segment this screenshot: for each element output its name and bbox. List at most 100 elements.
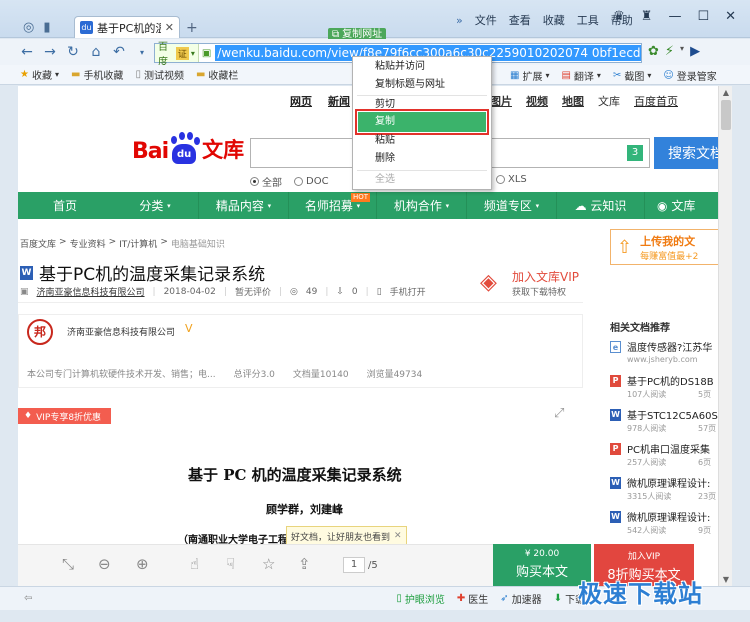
nav-cloud[interactable]: ☁ 云知识 xyxy=(556,192,644,219)
nav-images[interactable]: 图片 xyxy=(490,93,512,109)
nav-map[interactable]: 地图 xyxy=(562,93,584,109)
list-item[interactable]: W 微机原理课程设计: 3315人阅读 23页 xyxy=(610,475,718,509)
menu-item-copy-title-url[interactable]: 复制标题与网址 xyxy=(375,76,445,94)
zoom-in-icon[interactable]: ⊕ xyxy=(136,555,149,573)
minimize-button[interactable]: — xyxy=(668,9,681,24)
fullscreen-expand-icon[interactable]: ⤢ xyxy=(554,406,564,421)
scroll-up-icon[interactable]: ▲ xyxy=(719,88,733,97)
forward-arrow-icon[interactable]: → xyxy=(43,44,57,60)
nav-news[interactable]: 新闻 xyxy=(328,93,350,109)
ext-dropdown-icon[interactable]: ▾ xyxy=(597,71,601,80)
ext-screenshot[interactable]: ✂ 截图 ▾ xyxy=(613,68,651,83)
tab-list-icon[interactable]: ▮ xyxy=(43,20,50,35)
nav-home[interactable]: 首页 xyxy=(18,192,112,219)
menu-view[interactable]: 查看 xyxy=(509,12,531,28)
tab-active[interactable]: du 基于PC机的温度 ✕ xyxy=(74,16,180,38)
flash-icon[interactable]: ⚡ xyxy=(665,44,674,59)
refresh-icon[interactable]: ↻ xyxy=(66,44,80,60)
radio-all[interactable]: 全部 xyxy=(250,174,282,189)
list-item[interactable]: e 温度传感器?江苏华 www.jsheryb.com xyxy=(610,339,718,373)
fullscreen-icon[interactable]: ⤡ xyxy=(62,555,74,573)
search-engine-selector[interactable]: 百度 证 ▾ xyxy=(155,42,199,68)
company-seal-logo[interactable]: 邦 xyxy=(27,319,53,345)
tab-close-icon[interactable]: ✕ xyxy=(165,21,174,34)
close-window-button[interactable]: ✕ xyxy=(725,9,736,24)
maximize-button[interactable]: ☐ xyxy=(697,9,709,24)
radio-xls[interactable]: XLS xyxy=(496,174,527,185)
upload-doc-promo[interactable]: ⇧ 上传我的文 每赚富值最+2 xyxy=(610,229,718,265)
undo-dropdown-icon[interactable]: ▾ xyxy=(135,48,149,57)
nav-channel[interactable]: 频道专区 ▾ xyxy=(466,192,556,219)
shirt-icon[interactable]: ♜ xyxy=(641,9,653,24)
doctor-button[interactable]: ✚ 医生 xyxy=(457,591,488,606)
nav-wenku[interactable]: 文库 xyxy=(598,93,620,109)
nav-teacher[interactable]: 名师招募 ▾ HOT xyxy=(288,192,376,219)
fav-mobile[interactable]: ▬ 手机收藏 xyxy=(71,67,123,82)
fav-dropdown-icon[interactable]: ▾ xyxy=(55,70,59,79)
undo-icon[interactable]: ↶ xyxy=(112,44,126,60)
go-icon[interactable]: ▶ xyxy=(690,44,700,59)
ext-extension[interactable]: ▦ 扩展 ▾ xyxy=(510,68,549,83)
buy-doc-button[interactable]: ¥ 20.00 购买本文 xyxy=(493,544,591,586)
search-button[interactable]: 搜索文档 xyxy=(654,137,718,169)
nav-video[interactable]: 视频 xyxy=(526,93,548,109)
menu-tools[interactable]: 工具 xyxy=(577,12,599,28)
nav-premium[interactable]: 精品内容 ▾ xyxy=(198,192,288,219)
related-title[interactable]: 基于STC12C5A60S xyxy=(627,407,718,422)
uploader-name[interactable]: 济南亚豪信息科技有限公司 xyxy=(67,325,175,338)
nav-baidu-home[interactable]: 百度首页 xyxy=(634,93,678,109)
medal-icon[interactable]: ♛ xyxy=(613,9,625,24)
scroll-thumb[interactable] xyxy=(721,100,731,130)
crumb-it[interactable]: IT/计算机 xyxy=(119,237,157,250)
baidu-wenku-logo[interactable]: Bai du 文库 xyxy=(132,132,244,164)
menu-item-paste-go[interactable]: 粘贴并访问 xyxy=(375,58,425,76)
accelerator-button[interactable]: ➶ 加速器 xyxy=(500,591,541,606)
open-on-mobile[interactable]: 手机打开 xyxy=(390,285,426,298)
new-tab-button[interactable]: + xyxy=(186,20,198,36)
menu-item-copy[interactable]: 复制 xyxy=(358,112,486,132)
vip-discount-ribbon[interactable]: ♦ VIP专享8折优惠 xyxy=(18,408,112,424)
related-title[interactable]: 微机原理课程设计: xyxy=(627,475,710,490)
sidebar-toggle-icon[interactable]: ⇦ xyxy=(24,593,32,604)
menu-item-paste[interactable]: 粘贴 xyxy=(375,132,395,150)
cert-badge[interactable]: 证 xyxy=(175,46,189,60)
scroll-down-icon[interactable]: ▼ xyxy=(719,575,733,584)
crumb-wenku[interactable]: 百度文库 xyxy=(20,237,56,250)
security-check-icon[interactable]: ✿ xyxy=(648,44,659,59)
related-title[interactable]: 温度传感器?江苏华 xyxy=(627,339,712,354)
close-icon[interactable]: ✕ xyxy=(394,531,402,541)
page-number-input[interactable]: 1 xyxy=(343,557,365,573)
ext-translate[interactable]: ▤ 翻译 ▾ xyxy=(561,68,600,83)
join-vip-promo[interactable]: ◈ 加入文库VIP 获取下载特权 xyxy=(480,268,579,298)
thumbs-up-icon[interactable]: ☝ xyxy=(190,555,199,573)
thumbs-down-icon[interactable]: ☟ xyxy=(226,555,235,573)
fav-bar[interactable]: ▬ 收藏栏 xyxy=(196,67,238,82)
related-title[interactable]: 微机原理课程设计: xyxy=(627,509,710,524)
engine-dropdown-icon[interactable]: ▾ xyxy=(191,49,195,58)
star-icon[interactable]: ☆ xyxy=(262,555,275,573)
fav-collect[interactable]: ★ 收藏 ▾ xyxy=(20,67,59,82)
ext-login[interactable]: ☺ 登录管家 xyxy=(663,68,716,83)
radio-doc[interactable]: DOC xyxy=(294,174,329,189)
address-dropdown-icon[interactable]: ▾ xyxy=(680,44,684,59)
home-icon[interactable]: ⌂ xyxy=(89,44,103,60)
skin-icon[interactable]: » xyxy=(456,14,463,27)
list-item[interactable]: P PC机串口温度采集 257人阅读 6页 xyxy=(610,441,718,475)
share-icon[interactable]: ⇪ xyxy=(298,555,311,573)
ext-dropdown-icon[interactable]: ▾ xyxy=(647,71,651,80)
page-scrollbar[interactable]: ▲ ▼ xyxy=(718,86,732,586)
list-item[interactable]: P 基于PC机的DS18B 107人阅读 5页 xyxy=(610,373,718,407)
nav-category[interactable]: 分类 ▾ xyxy=(112,192,198,219)
browser-menu-icon[interactable]: ◎ xyxy=(23,20,34,35)
zoom-out-icon[interactable]: ⊖ xyxy=(98,555,111,573)
eye-care-toggle[interactable]: ▯ 护眼浏览 xyxy=(396,591,445,606)
list-item[interactable]: W 微机原理课程设计: 542人阅读 9页 xyxy=(610,509,718,543)
ext-dropdown-icon[interactable]: ▾ xyxy=(545,71,549,80)
nav-institution[interactable]: 机构合作 ▾ xyxy=(376,192,466,219)
nav-wenku-shop[interactable]: ◉ 文库 xyxy=(644,192,718,219)
doc-author[interactable]: 济南亚豪信息科技有限公司 xyxy=(37,285,145,298)
crumb-professional[interactable]: 专业资料 xyxy=(70,237,106,250)
related-title[interactable]: 基于PC机的DS18B xyxy=(627,373,714,388)
list-item[interactable]: W 基于STC12C5A60S 978人阅读 57页 xyxy=(610,407,718,441)
nav-web[interactable]: 网页 xyxy=(290,93,312,109)
